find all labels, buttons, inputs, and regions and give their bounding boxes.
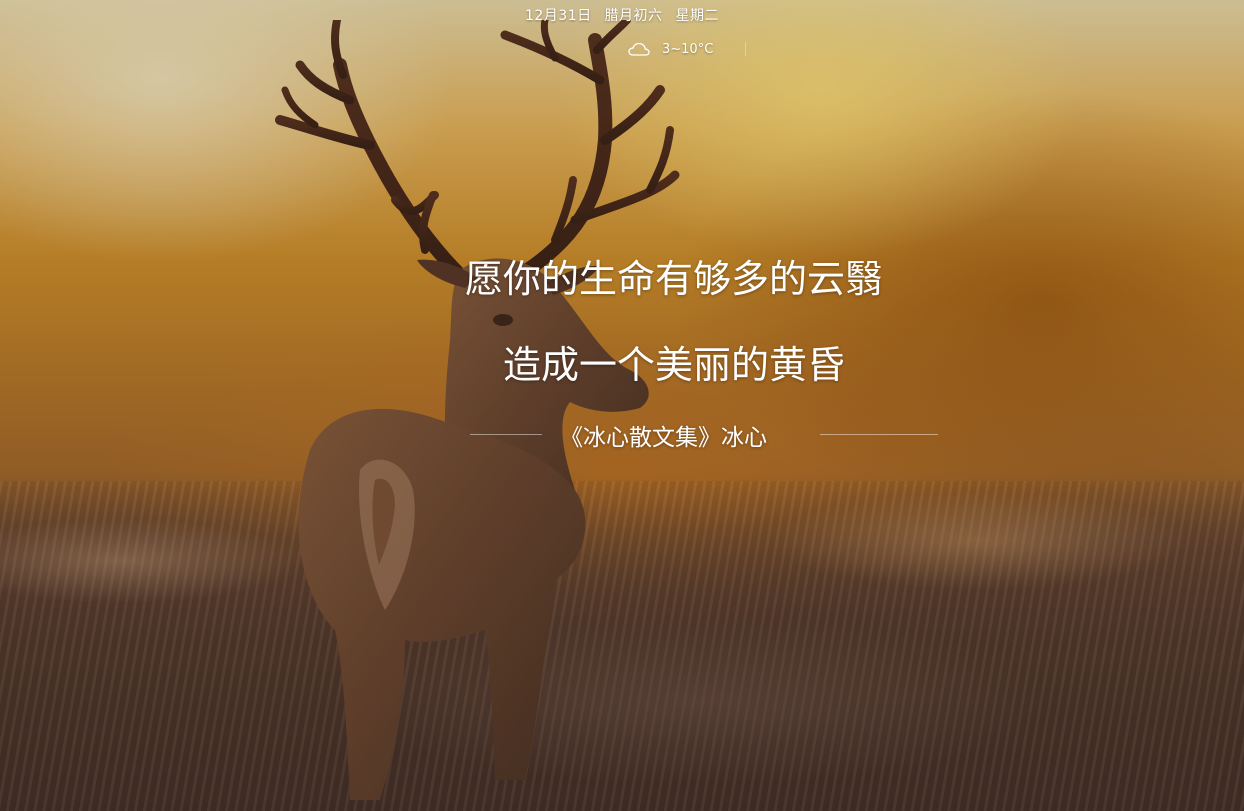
quote-line-2: 造成一个美丽的黄昏 [502, 343, 845, 387]
source-divider-right [820, 434, 938, 435]
new-tab-screen: 12月31日 腊月初六 星期二 3~10°C 愿你的生命有够多的云翳 造成一个美… [0, 0, 1244, 811]
source-divider-left [470, 434, 542, 435]
lunar-date-text: 腊月初六 [604, 8, 663, 24]
quote-line-1: 愿你的生命有够多的云翳 [464, 257, 883, 301]
weekday-text: 星期二 [675, 8, 720, 24]
cloud-icon [628, 42, 650, 56]
weather-divider [745, 42, 746, 56]
temperature-text: 3~10°C [662, 41, 714, 57]
weather-widget[interactable]: 3~10°C [628, 38, 713, 60]
date-text: 12月31日 [524, 8, 592, 24]
wallpaper-dim-overlay [0, 0, 1244, 811]
date-display: 12月31日 腊月初六 星期二 [0, 5, 1244, 25]
quote-source: 《冰心散文集》冰心 [560, 425, 767, 451]
quote-source-row: 《冰心散文集》冰心 [0, 418, 1244, 451]
